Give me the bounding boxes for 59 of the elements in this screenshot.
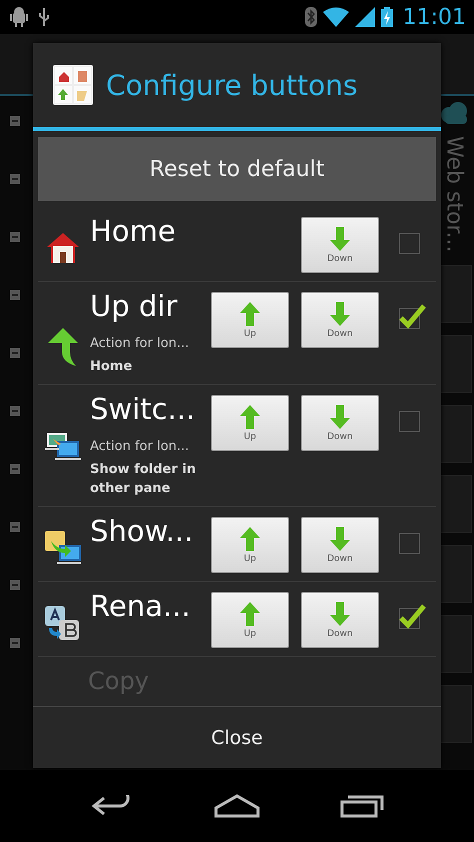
cloud-icon	[439, 102, 469, 124]
button-name: Switc...	[90, 391, 196, 427]
button-name: Show...	[90, 513, 194, 549]
wifi-icon	[322, 7, 349, 27]
button-name: Rena...	[90, 588, 192, 624]
android-icon	[10, 7, 28, 27]
arrow-up-icon	[48, 328, 78, 366]
long-press-label: Action for lon...	[90, 439, 190, 454]
up-button[interactable]: Up	[211, 395, 289, 451]
arrow-up-icon	[240, 526, 260, 550]
checkbox[interactable]	[398, 302, 426, 330]
down-button[interactable]: Down	[301, 592, 379, 648]
expand-icon	[10, 174, 20, 184]
expand-icon	[10, 116, 20, 126]
button-name: Home	[90, 213, 177, 249]
grid-icon	[53, 65, 93, 105]
down-button[interactable]: Down	[301, 517, 379, 573]
recents-icon[interactable]	[340, 794, 384, 818]
dialog-title: Configure buttons	[106, 68, 358, 102]
up-button[interactable]: Up	[211, 292, 289, 348]
expand-icon	[10, 522, 20, 532]
long-press-value: Home	[90, 358, 134, 376]
home-icon[interactable]	[214, 794, 260, 818]
battery-icon	[380, 7, 393, 27]
up-button[interactable]: Up	[211, 517, 289, 573]
expand-icon	[10, 232, 20, 242]
down-button[interactable]: Down	[301, 217, 379, 273]
arrow-down-icon	[330, 302, 350, 326]
arrow-up-icon	[240, 302, 260, 326]
close-button[interactable]: Close	[33, 706, 441, 768]
long-press-value: Show folder in other pane	[90, 461, 197, 498]
up-button[interactable]: Up	[211, 592, 289, 648]
arrow-up-icon	[240, 404, 260, 428]
arrow-down-icon	[330, 602, 350, 626]
usb-icon	[38, 7, 50, 27]
expand-icon	[10, 638, 20, 648]
arrow-down-icon	[330, 404, 350, 428]
expand-icon	[10, 464, 20, 474]
signal-icon	[354, 7, 375, 27]
down-button[interactable]: Down	[301, 395, 379, 451]
rename-icon	[45, 606, 81, 642]
long-press-label: Action for lon...	[90, 336, 190, 351]
expand-icon	[10, 348, 20, 358]
monitors-icon	[45, 431, 81, 461]
reset-button[interactable]: Reset to default	[38, 137, 436, 201]
expand-icon	[10, 406, 20, 416]
checkbox[interactable]	[398, 602, 426, 630]
expand-icon	[10, 290, 20, 300]
side-title: Web stor...	[442, 136, 466, 253]
arrow-up-icon	[240, 602, 260, 626]
status-time: 11:01	[402, 4, 466, 30]
expand-icon	[10, 580, 20, 590]
bluetooth-icon	[304, 7, 317, 27]
folder-monitor-icon	[45, 531, 81, 565]
arrow-down-icon	[330, 226, 350, 250]
down-button[interactable]: Down	[301, 292, 379, 348]
arrow-down-icon	[330, 526, 350, 550]
button-name: Up dir	[90, 288, 178, 324]
house-icon	[46, 231, 80, 265]
